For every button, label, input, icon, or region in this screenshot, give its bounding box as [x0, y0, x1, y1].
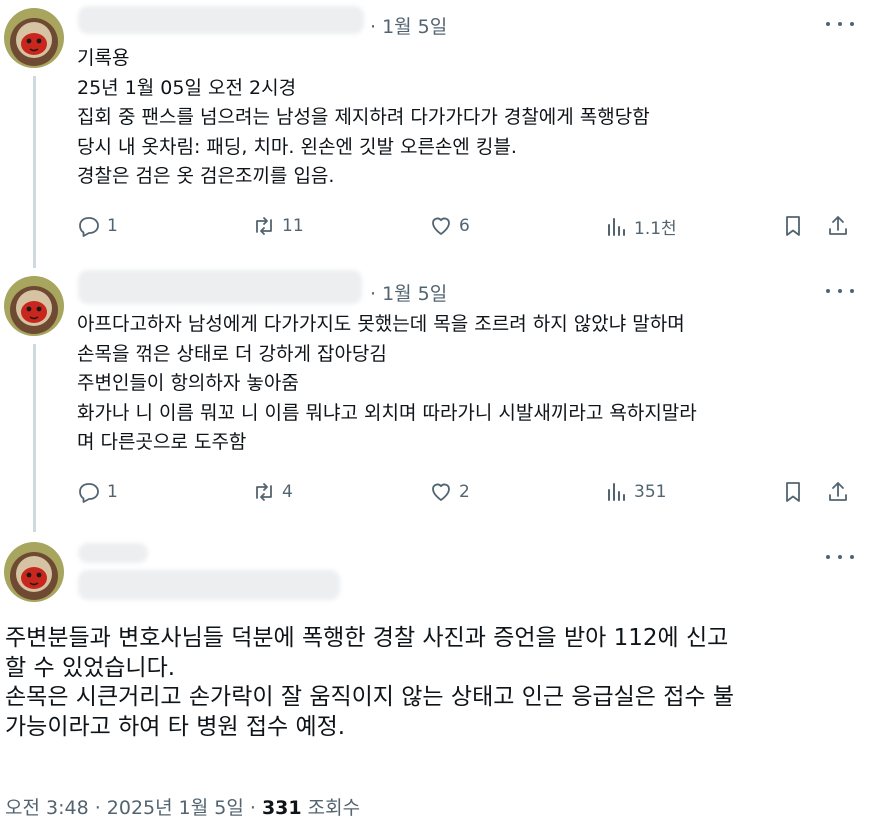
analytics-bars-icon — [608, 483, 625, 501]
share-upload-icon — [829, 216, 847, 235]
heart-icon — [432, 483, 450, 501]
views-button[interactable]: 351 — [604, 480, 666, 504]
text-line: 며 다른곳으로 도주함 — [77, 431, 247, 453]
text-line: 25년 1월 05일 오전 2시경 — [77, 76, 297, 99]
bookmark-button[interactable] — [781, 214, 805, 238]
reply-count: 1 — [107, 482, 118, 502]
analytics-bars-icon — [608, 217, 625, 236]
text-line: 할 수 있었습니다. — [5, 654, 176, 681]
text-line: 주변인들이 항의하자 놓아줌 — [77, 372, 299, 394]
post-meta: 오전 3:48 · 2025년 1월 5일 · 331 조회수 — [5, 793, 360, 820]
avatar[interactable] — [4, 8, 64, 68]
bookmark-button[interactable] — [781, 480, 805, 504]
heart-icon — [432, 217, 450, 235]
main-post-text: 주변분들과 변호사님들 덕분에 폭행한 경찰 사진과 증언을 받아 112에 신… — [5, 624, 734, 742]
repost-button[interactable]: 11 — [252, 214, 304, 238]
bookmark-icon — [786, 482, 800, 502]
thread-line — [33, 76, 36, 268]
view-count: 1.1천 — [634, 219, 677, 239]
repost-count: 4 — [282, 482, 293, 502]
repost-count: 11 — [282, 216, 304, 236]
share-upload-icon — [829, 482, 847, 501]
reply-bubble-icon — [79, 483, 99, 503]
view-count: 351 — [634, 482, 667, 502]
text-line: 아프다고하자 남성에게 다가가지도 못했는데 목을 조르려 하지 않았냐 말하며 — [77, 313, 685, 335]
text-line: 손목은 시큰거리고 손가락이 잘 움직이지 않는 상태고 인근 응급실은 접수 … — [5, 684, 735, 710]
repost-arrows-icon — [256, 483, 272, 501]
like-count: 2 — [459, 482, 470, 502]
thread-line — [33, 344, 36, 532]
share-button[interactable] — [826, 480, 850, 504]
text-line: 집회 중 팬스를 넘으려는 남성을 제지하려 다가가다가 경찰에게 폭행당함 — [77, 106, 650, 128]
post-date[interactable]: · 1월 5일 — [370, 12, 447, 39]
views-button[interactable]: 1.1천 — [604, 214, 677, 239]
post-timestamp[interactable]: 오전 3:48 · 2025년 1월 5일 · — [5, 797, 262, 819]
like-count: 6 — [459, 216, 470, 236]
redacted-username — [78, 270, 362, 304]
text-line: 화가나 니 이름 뭐꼬 니 이름 뭐냐고 외치며 따라가니 시발새끼라고 욕하지… — [77, 401, 697, 424]
redacted-handle — [78, 570, 340, 600]
text-line: 경찰은 검은 옷 검은조끼를 입음. — [77, 165, 335, 187]
repost-arrows-icon — [256, 217, 272, 235]
more-dots-icon[interactable] — [826, 547, 854, 567]
view-label: 조회수 — [307, 797, 361, 819]
redacted-display-name — [78, 543, 148, 563]
reply-text: 아프다고하자 남성에게 다가가지도 못했는데 목을 조르려 하지 않았냐 말하며… — [77, 310, 697, 458]
text-line: 당시 내 옷차림: 패딩, 치마. 왼손엔 깃발 오른손엔 킹블. — [77, 135, 517, 158]
bookmark-icon — [786, 216, 800, 236]
text-line: 손목을 꺾은 상태로 더 강하게 잡아당김 — [77, 342, 387, 365]
like-button[interactable]: 2 — [429, 480, 470, 504]
view-count: 331 — [261, 797, 302, 819]
reply-text: 기록용 25년 1월 05일 오전 2시경 집회 중 팬스를 넘으려는 남성을 … — [77, 44, 650, 192]
avatar[interactable] — [4, 542, 64, 602]
redacted-username — [78, 6, 364, 34]
like-button[interactable]: 6 — [429, 214, 470, 238]
avatar[interactable] — [4, 276, 64, 336]
reply-button[interactable]: 1 — [77, 480, 118, 504]
post-date[interactable]: · 1월 5일 — [370, 279, 447, 306]
more-dots-icon[interactable] — [826, 14, 854, 34]
text-line: 가능이라고 하여 타 병원 접수 예정. — [5, 713, 346, 740]
text-line: 기록용 — [77, 47, 130, 69]
repost-button[interactable]: 4 — [252, 480, 293, 504]
text-line: 주변분들과 변호사님들 덕분에 폭행한 경찰 사진과 증언을 받아 112에 신… — [5, 625, 729, 651]
share-button[interactable] — [826, 214, 850, 238]
reply-button[interactable]: 1 — [77, 214, 118, 238]
reply-bubble-icon — [79, 217, 99, 237]
more-dots-icon[interactable] — [826, 281, 854, 301]
reply-count: 1 — [107, 216, 118, 236]
